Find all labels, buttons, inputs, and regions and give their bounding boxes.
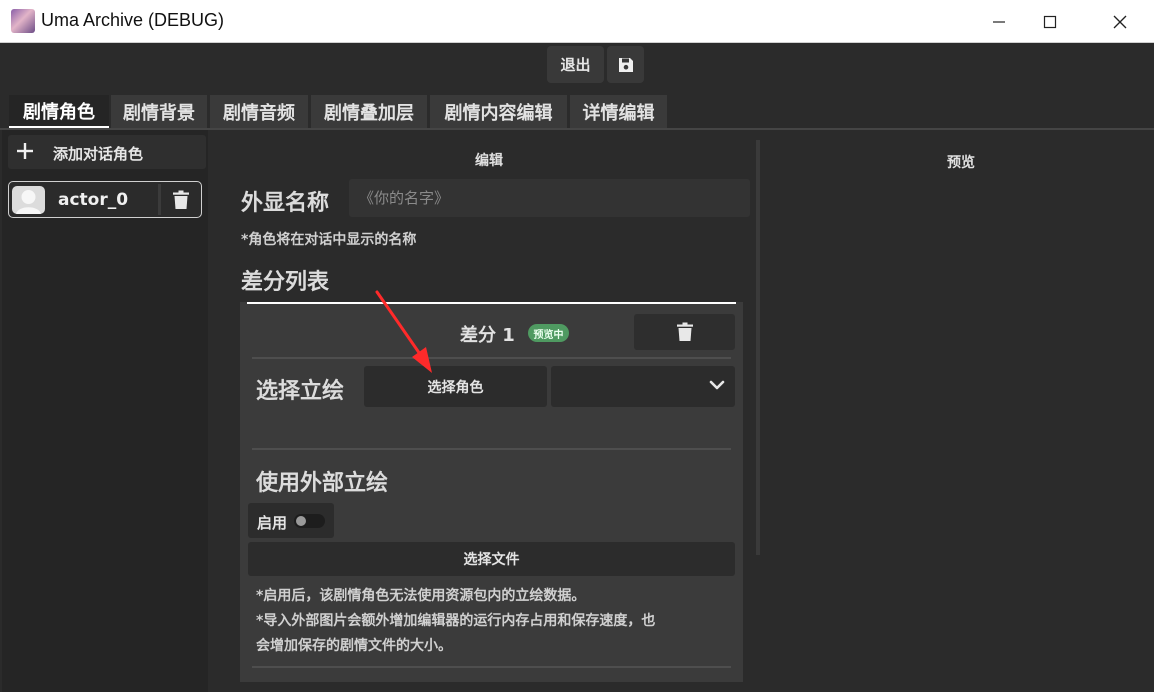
display-name-hint: *角色将在对话中显示的名称 bbox=[241, 232, 417, 248]
external-note-2: *导入外部图片会额外增加编辑器的运行内存占用和保存速度，也 bbox=[256, 613, 656, 629]
chevron-down-icon bbox=[709, 380, 725, 390]
select-portrait-label: 选择立绘 bbox=[256, 379, 345, 404]
external-note-1: *启用后，该剧情角色无法使用资源包内的立绘数据。 bbox=[256, 588, 586, 604]
divider bbox=[252, 666, 731, 668]
tab-bar: 剧情角色 剧情背景 剧情音频 剧情叠加层 剧情内容编辑 详情编辑 bbox=[0, 95, 1154, 128]
editor-scrollbar[interactable] bbox=[756, 140, 760, 555]
display-name-input[interactable] bbox=[349, 179, 750, 217]
tab-story-content-edit[interactable]: 剧情内容编辑 bbox=[430, 95, 567, 128]
trash-icon bbox=[676, 322, 693, 341]
plus-icon bbox=[17, 143, 33, 159]
exit-button[interactable]: 退出 bbox=[547, 46, 604, 83]
variant-title: 差分 1 bbox=[460, 325, 515, 346]
enable-switch[interactable] bbox=[294, 514, 325, 528]
variant-card-top-border bbox=[247, 302, 736, 304]
add-actor-button[interactable]: 添加对话角色 bbox=[8, 135, 206, 169]
save-button[interactable] bbox=[607, 46, 644, 83]
maximize-icon bbox=[1043, 15, 1057, 28]
actor-list-item[interactable]: actor_0 bbox=[8, 181, 202, 218]
choose-file-button[interactable]: 选择文件 bbox=[248, 542, 735, 576]
title-bar: Uma Archive (DEBUG) bbox=[0, 0, 1154, 43]
trash-icon bbox=[173, 190, 189, 209]
app-icon bbox=[11, 9, 35, 33]
save-icon bbox=[618, 57, 633, 72]
tab-story-overlay[interactable]: 剧情叠加层 bbox=[311, 95, 427, 128]
minimize-icon bbox=[993, 20, 1005, 23]
divider bbox=[252, 357, 731, 359]
window-title: Uma Archive (DEBUG) bbox=[41, 10, 225, 30]
external-portrait-label: 使用外部立绘 bbox=[256, 471, 389, 496]
editor-panel-title: 编辑 bbox=[475, 153, 503, 169]
variant-list-label: 差分列表 bbox=[241, 270, 330, 295]
preview-panel-title: 预览 bbox=[947, 155, 975, 171]
delete-actor-button[interactable] bbox=[167, 187, 195, 213]
preview-badge: 预览中 bbox=[528, 324, 569, 342]
tab-story-background[interactable]: 剧情背景 bbox=[111, 95, 207, 128]
delete-variant-button[interactable] bbox=[634, 314, 735, 350]
tab-story-actors[interactable]: 剧情角色 bbox=[9, 95, 109, 128]
avatar-placeholder-icon bbox=[12, 186, 45, 214]
actor-item-divider bbox=[158, 184, 161, 215]
add-actor-label: 添加对话角色 bbox=[53, 145, 144, 163]
portrait-dropdown[interactable] bbox=[551, 366, 735, 407]
tab-detail-edit[interactable]: 详情编辑 bbox=[570, 95, 667, 128]
enable-label: 启用 bbox=[257, 514, 288, 532]
close-button[interactable] bbox=[1086, 0, 1154, 43]
actor-name: actor_0 bbox=[58, 190, 129, 210]
close-icon bbox=[1113, 15, 1127, 28]
maximize-button[interactable] bbox=[1016, 0, 1084, 43]
external-note-3: 会增加保存的剧情文件的大小。 bbox=[256, 638, 452, 654]
choose-character-button[interactable]: 选择角色 bbox=[364, 366, 547, 407]
tab-story-audio[interactable]: 剧情音频 bbox=[210, 95, 308, 128]
divider bbox=[252, 448, 731, 450]
display-name-label: 外显名称 bbox=[241, 191, 330, 216]
switch-knob bbox=[296, 516, 306, 526]
